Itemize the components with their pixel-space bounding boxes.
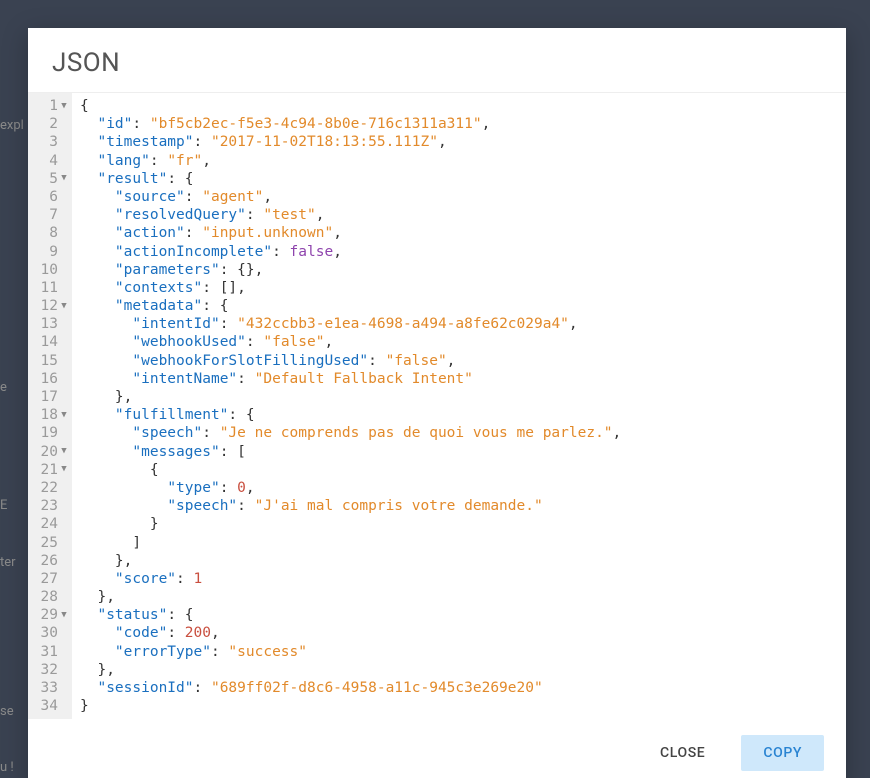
code-line[interactable]: "lang": "fr", (80, 152, 846, 170)
json-modal: JSON 1▼2345▼6789101112▼131415161718▼1920… (28, 28, 846, 778)
gutter-line: 2 (28, 115, 72, 133)
gutter-line: 28 (28, 588, 72, 606)
editor-gutter: 1▼2345▼6789101112▼131415161718▼1920▼21▼2… (28, 93, 72, 719)
gutter-line: 12▼ (28, 297, 72, 315)
gutter-line: 33 (28, 679, 72, 697)
code-line[interactable]: } (80, 697, 846, 715)
gutter-line: 22 (28, 479, 72, 497)
gutter-line: 21▼ (28, 461, 72, 479)
modal-header: JSON (28, 28, 846, 92)
code-line[interactable]: "parameters": {}, (80, 261, 846, 279)
fold-marker-icon[interactable]: ▼ (60, 447, 68, 456)
modal-footer: CLOSE COPY (28, 719, 846, 778)
gutter-line: 25 (28, 534, 72, 552)
gutter-line: 19 (28, 424, 72, 442)
code-line[interactable]: "intentName": "Default Fallback Intent" (80, 370, 846, 388)
code-line[interactable]: { (80, 461, 846, 479)
gutter-line: 15 (28, 352, 72, 370)
fold-marker-icon[interactable]: ▼ (60, 611, 68, 620)
bg-text: E (0, 498, 7, 513)
bg-text: expl (0, 118, 24, 133)
modal-title: JSON (52, 48, 822, 78)
gutter-line: 9 (28, 243, 72, 261)
code-line[interactable]: "score": 1 (80, 570, 846, 588)
fold-marker-icon[interactable]: ▼ (60, 102, 68, 111)
copy-button[interactable]: COPY (741, 735, 824, 771)
code-line[interactable]: "speech": "Je ne comprends pas de quoi v… (80, 424, 846, 442)
gutter-line: 6 (28, 188, 72, 206)
gutter-line: 14 (28, 333, 72, 351)
gutter-line: 31 (28, 643, 72, 661)
code-line[interactable]: "actionIncomplete": false, (80, 243, 846, 261)
code-line[interactable]: "messages": [ (80, 443, 846, 461)
code-line[interactable]: "id": "bf5cb2ec-f5e3-4c94-8b0e-716c1311a… (80, 115, 846, 133)
bg-text: e (0, 380, 7, 395)
fold-marker-icon[interactable]: ▼ (60, 465, 68, 474)
gutter-line: 27 (28, 570, 72, 588)
fold-marker-icon[interactable]: ▼ (60, 174, 68, 183)
code-line[interactable]: "intentId": "432ccbb3-e1ea-4698-a494-a8f… (80, 315, 846, 333)
gutter-line: 32 (28, 661, 72, 679)
editor-code[interactable]: { "id": "bf5cb2ec-f5e3-4c94-8b0e-716c131… (72, 93, 846, 719)
gutter-line: 5▼ (28, 170, 72, 188)
gutter-line: 34 (28, 697, 72, 715)
code-line[interactable]: ] (80, 534, 846, 552)
code-line[interactable]: "result": { (80, 170, 846, 188)
gutter-line: 20▼ (28, 443, 72, 461)
code-line[interactable]: }, (80, 588, 846, 606)
code-line[interactable]: "speech": "J'ai mal compris votre demand… (80, 497, 846, 515)
code-line[interactable]: "status": { (80, 606, 846, 624)
gutter-line: 3 (28, 133, 72, 151)
code-line[interactable]: "timestamp": "2017-11-02T18:13:55.111Z", (80, 133, 846, 151)
code-line[interactable]: }, (80, 388, 846, 406)
gutter-line: 7 (28, 206, 72, 224)
gutter-line: 4 (28, 152, 72, 170)
gutter-line: 24 (28, 515, 72, 533)
code-line[interactable]: "webhookForSlotFillingUsed": "false", (80, 352, 846, 370)
code-line[interactable]: { (80, 97, 846, 115)
gutter-line: 17 (28, 388, 72, 406)
code-line[interactable]: "metadata": { (80, 297, 846, 315)
json-editor[interactable]: 1▼2345▼6789101112▼131415161718▼1920▼21▼2… (28, 92, 846, 719)
bg-text: se (0, 704, 14, 719)
code-line[interactable]: } (80, 515, 846, 533)
code-line[interactable]: "sessionId": "689ff02f-d8c6-4958-a11c-94… (80, 679, 846, 697)
bg-text: u ! (0, 760, 14, 775)
gutter-line: 26 (28, 552, 72, 570)
gutter-line: 13 (28, 315, 72, 333)
code-line[interactable]: "type": 0, (80, 479, 846, 497)
gutter-line: 11 (28, 279, 72, 297)
gutter-line: 10 (28, 261, 72, 279)
fold-marker-icon[interactable]: ▼ (60, 411, 68, 420)
close-button[interactable]: CLOSE (638, 735, 727, 771)
gutter-line: 18▼ (28, 406, 72, 424)
code-line[interactable]: "errorType": "success" (80, 643, 846, 661)
gutter-line: 1▼ (28, 97, 72, 115)
bg-text: ter (0, 555, 16, 570)
gutter-line: 16 (28, 370, 72, 388)
gutter-line: 30 (28, 624, 72, 642)
code-line[interactable]: "webhookUsed": "false", (80, 333, 846, 351)
fold-marker-icon[interactable]: ▼ (60, 302, 68, 311)
code-line[interactable]: }, (80, 552, 846, 570)
code-line[interactable]: }, (80, 661, 846, 679)
code-line[interactable]: "source": "agent", (80, 188, 846, 206)
gutter-line: 29▼ (28, 606, 72, 624)
code-line[interactable]: "resolvedQuery": "test", (80, 206, 846, 224)
code-line[interactable]: "fulfillment": { (80, 406, 846, 424)
gutter-line: 8 (28, 224, 72, 242)
code-line[interactable]: "action": "input.unknown", (80, 224, 846, 242)
gutter-line: 23 (28, 497, 72, 515)
code-line[interactable]: "code": 200, (80, 624, 846, 642)
code-line[interactable]: "contexts": [], (80, 279, 846, 297)
